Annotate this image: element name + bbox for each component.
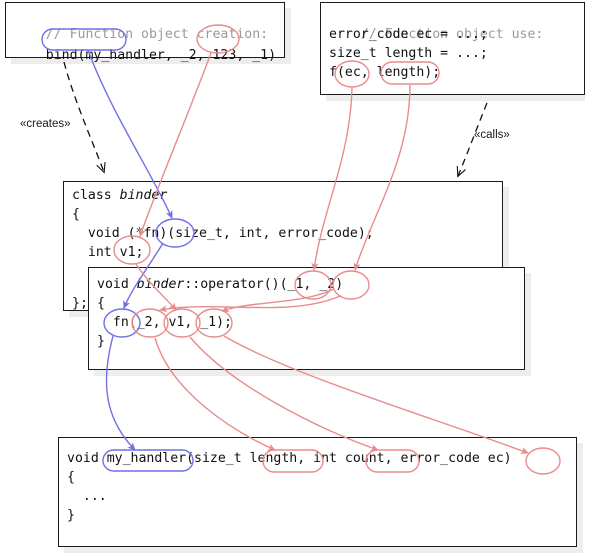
operator-void-keyword: void	[97, 277, 137, 292]
stereotype-calls-label: «calls»	[474, 129, 510, 141]
handler-line-3: ...	[67, 489, 107, 504]
class-keyword: class	[72, 188, 120, 203]
use-line-1: error_code ec = ...;	[329, 27, 488, 42]
creation-code-line: bind(my_handler, _2, 123, _1)	[14, 28, 276, 84]
class-binder-name: binder	[119, 188, 168, 203]
class-binder-line-2: {	[72, 207, 80, 222]
operator-line-4: }	[97, 334, 105, 349]
stereotype-creates-label: «creates»	[20, 118, 71, 130]
handler-line-2: {	[67, 470, 75, 485]
class-binder-line-5: };	[72, 296, 88, 311]
diagram-canvas: // Function object creation: bind(my_han…	[0, 0, 599, 557]
operator-signature: ::operator()(_1, _2)	[184, 277, 344, 292]
class-binder-line-4: int v1;	[72, 245, 144, 260]
class-binder-line-1: class binder	[72, 187, 167, 206]
operator-line-2: {	[97, 296, 105, 311]
use-line-2: size_t length = ...;	[329, 46, 488, 61]
operator-line-3: fn(_2, v1, _1);	[97, 315, 232, 330]
operator-class-name: binder	[136, 277, 185, 292]
operator-line-1: void binder::operator()(_1, _2)	[97, 276, 343, 295]
class-binder-line-3: void (*fn)(size_t, int, error_code);	[72, 226, 374, 241]
handler-line-1: void my_handler(size_t length, int count…	[67, 451, 512, 466]
creation-code-text: bind(my_handler, _2, 123, _1)	[45, 47, 277, 63]
use-line-3: f(ec, length);	[329, 65, 441, 80]
handler-line-4: }	[67, 508, 75, 523]
